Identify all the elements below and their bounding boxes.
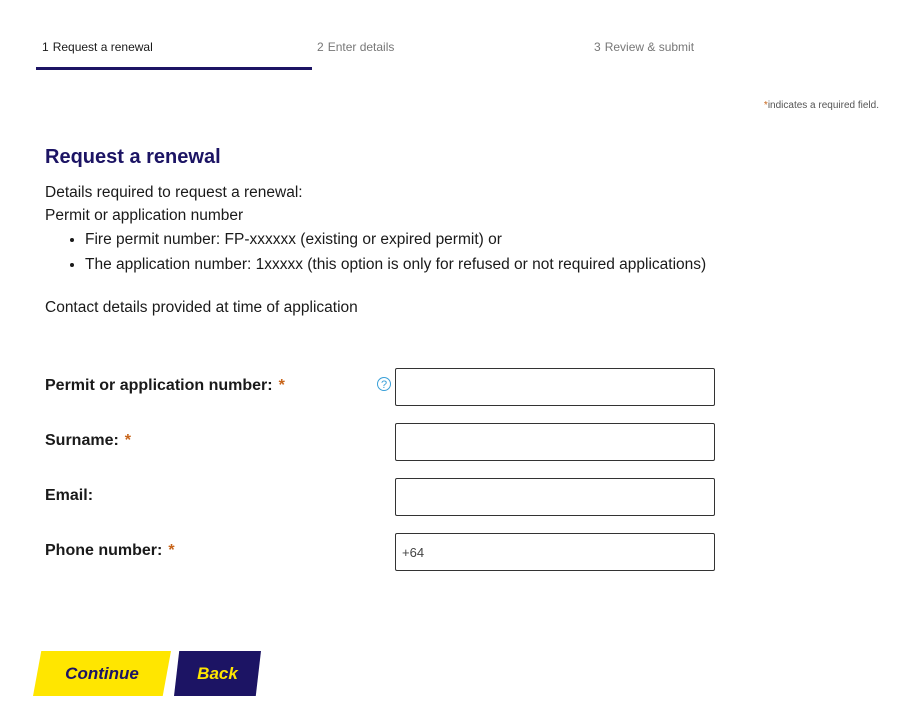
surname-label: Surname: * — [45, 432, 131, 450]
requirements-list: Fire permit number: FP-xxxxxx (existing … — [45, 227, 706, 277]
step-label: Request a renewal — [52, 40, 153, 54]
phone-input[interactable] — [395, 533, 715, 571]
continue-button[interactable]: Continue — [33, 651, 171, 696]
intro-line: Details required to request a renewal: — [45, 184, 303, 201]
page-title: Request a renewal — [45, 146, 221, 168]
step-request-renewal[interactable]: 1 Request a renewal — [36, 40, 312, 70]
required-field-note: *indicates a required field. — [764, 100, 879, 111]
required-star: * — [168, 542, 175, 559]
intro-text: Details required to request a renewal: P… — [45, 181, 706, 277]
contact-note: Contact details provided at time of appl… — [45, 299, 358, 316]
step-review-submit[interactable]: 3 Review & submit — [594, 40, 694, 67]
email-row: Email: — [0, 478, 907, 527]
required-star: * — [124, 432, 132, 449]
intro-line: Permit or application number — [45, 207, 244, 224]
email-label: Email: — [45, 487, 94, 504]
surname-input[interactable] — [395, 423, 715, 461]
phone-label: Phone number: * — [45, 542, 175, 560]
required-star: * — [278, 377, 285, 394]
permit-label-text: Permit or application number: — [45, 377, 273, 394]
progress-steps: 1 Request a renewal 2 Enter details 3 Revie… — [0, 40, 907, 70]
step-enter-details[interactable]: 2 Enter details — [317, 40, 394, 67]
permit-row: Permit or application number: * ? — [0, 368, 907, 417]
phone-row: Phone number: * — [0, 533, 907, 582]
step-number: 1 — [42, 40, 49, 54]
step-number: 3 — [594, 40, 601, 54]
permit-label: Permit or application number: * — [45, 377, 285, 395]
surname-row: Surname: * — [0, 423, 907, 472]
back-button[interactable]: Back — [174, 651, 261, 696]
step-label: Enter details — [327, 40, 395, 54]
phone-label-text: Phone number: — [45, 542, 163, 559]
surname-label-text: Surname: — [45, 432, 119, 449]
required-note-text: indicates a required field. — [767, 100, 879, 111]
list-item: The application number: 1xxxxx (this opt… — [85, 252, 706, 277]
permit-number-input[interactable] — [395, 368, 715, 406]
question-circle-icon[interactable]: ? — [377, 377, 391, 391]
step-label: Review & submit — [604, 40, 695, 54]
list-item: Fire permit number: FP-xxxxxx (existing … — [85, 227, 706, 252]
step-number: 2 — [317, 40, 324, 54]
email-input[interactable] — [395, 478, 715, 516]
